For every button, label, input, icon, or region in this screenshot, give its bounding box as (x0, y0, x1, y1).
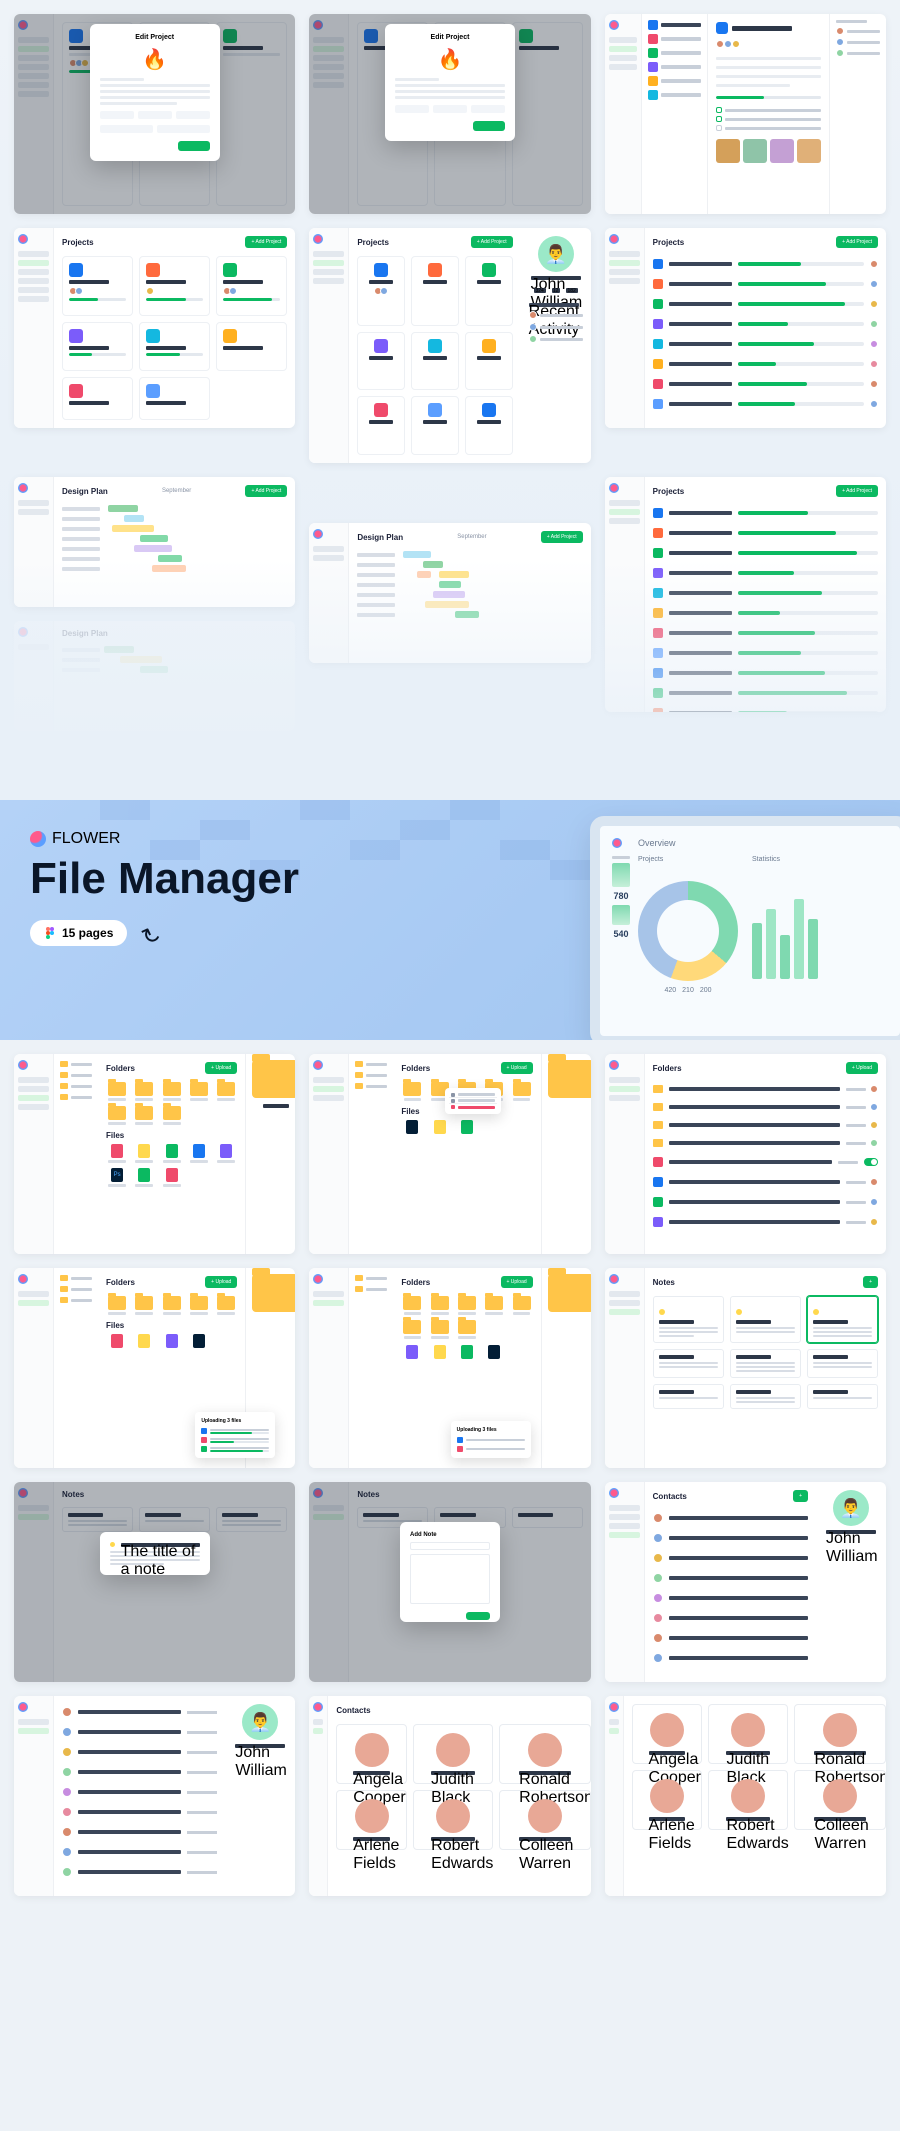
save-button[interactable] (178, 141, 210, 151)
screenshot-files-list[interactable]: Folders+ Upload (605, 1054, 886, 1254)
upload-progress-modal: Uploading 3 files (451, 1421, 531, 1458)
fire-icon: 🔥 (100, 47, 210, 72)
screenshot-gantt-2[interactable]: Design PlanSeptember+ Add Project (309, 523, 590, 663)
stat-value: 324 (534, 288, 546, 293)
screenshot-projects-grid-3col[interactable]: Projects + Add Project (14, 228, 295, 428)
save-button[interactable] (473, 121, 505, 131)
page-title: Design Plan (62, 487, 108, 496)
screenshot-folders-1[interactable]: Folders+ Upload Files Ps (14, 1054, 295, 1254)
tablet-preview: 780 540 Overview Projects 420 210 200 (590, 816, 900, 1040)
page-title: Design Plan (357, 533, 403, 542)
screenshot-add-note[interactable]: Notes Add Note (309, 1482, 590, 1682)
file-manager-banner: FLOWER File Manager 15 pages ↶ 780 540 O… (0, 800, 900, 1040)
screenshot-gantt-1-fade: Design Plan (14, 621, 295, 731)
page-title: Projects (62, 238, 94, 247)
screenshot-edit-project-1[interactable]: Edit Project 🔥 (14, 14, 295, 214)
avatar: 👨‍💼 (538, 236, 574, 272)
screenshot-projects-list-2[interactable]: Projects+ Add Project (605, 477, 886, 712)
screenshot-folders-upload-2[interactable]: Folders+ Upload Uploading 3 files (309, 1268, 590, 1468)
page-title: Projects (653, 238, 685, 247)
recent-activity-label: Recent Activity (529, 303, 579, 307)
folder-preview-icon (252, 1060, 295, 1098)
screenshot-folders-dropdown[interactable]: Folders+ Upload Files (309, 1054, 590, 1254)
file-manager-showcase-section: Folders+ Upload Files Ps (0, 1040, 900, 2090)
add-note-modal: Add Note (400, 1522, 500, 1622)
brand-name: FLOWER (52, 830, 120, 848)
note-title: The title of a note (121, 1543, 200, 1547)
donut-chart (638, 881, 738, 981)
figma-icon (44, 927, 56, 939)
toggle[interactable] (864, 1158, 878, 1166)
add-project-button[interactable]: + Add Project (836, 236, 878, 248)
add-note-button[interactable]: + (863, 1276, 878, 1288)
screenshot-contacts-grid-2[interactable]: Angela Cooper Judith Black Ronald Robert… (605, 1696, 886, 1896)
flower-logo-icon (30, 831, 46, 847)
fire-icon: 🔥 (395, 47, 505, 72)
screenshot-gantt-1[interactable]: Design PlanSeptember+ Add Project (14, 477, 295, 607)
edit-project-modal: Edit Project 🔥 (90, 24, 220, 161)
save-button[interactable] (466, 1612, 490, 1620)
add-project-button[interactable]: + Add Project (245, 485, 287, 497)
pill-label: 15 pages (62, 926, 113, 940)
screenshot-edit-project-2[interactable]: Edit Project 🔥 (309, 14, 590, 214)
screenshot-contacts-list-2[interactable]: 👨‍💼John William (14, 1696, 295, 1896)
bar-chart (752, 889, 818, 979)
screenshot-projects-with-profile[interactable]: Projects + Add Project 👨‍💼 John William 3… (309, 228, 590, 463)
modal-title: Edit Project (395, 34, 505, 41)
upload-progress-modal: Uploading 3 files (195, 1412, 275, 1458)
add-project-button[interactable]: + Add Project (471, 236, 513, 248)
projects-showcase-section: Edit Project 🔥 Edit Project 🔥 (0, 0, 900, 800)
screenshot-notes-preview[interactable]: Notes The title of a note (14, 1482, 295, 1682)
page-title: Projects (357, 238, 389, 247)
screenshot-contacts-list[interactable]: Contacts+ 👨‍💼 John William (605, 1482, 886, 1682)
profile-sidebar: 👨‍💼 John William (816, 1482, 886, 1682)
screenshot-folders-upload[interactable]: Folders+ Upload Files Uploading 3 files (14, 1268, 295, 1468)
body-input[interactable] (410, 1554, 490, 1604)
note-preview-modal: The title of a note (100, 1532, 210, 1575)
add-contact-button[interactable]: + (793, 1490, 808, 1502)
modal-title: Edit Project (100, 34, 210, 41)
upload-button[interactable]: + Upload (205, 1062, 237, 1074)
add-project-button[interactable]: + Add Project (245, 236, 287, 248)
screenshot-projects-list[interactable]: Projects + Add Project (605, 228, 886, 428)
profile-sidebar: 👨‍💼 John William 324 12 182 Recent Activ… (521, 228, 591, 463)
title-input[interactable] (410, 1542, 490, 1550)
edit-project-modal: Edit Project 🔥 (385, 24, 515, 141)
pages-pill: 15 pages (30, 920, 127, 946)
modal-title: Add Note (410, 1532, 490, 1538)
screenshot-contacts-grid-1[interactable]: Contacts+ Angela Cooper Judith Black Ron… (309, 1696, 590, 1896)
screenshot-notes[interactable]: Notes+ (605, 1268, 886, 1468)
arrow-icon: ↶ (137, 916, 166, 950)
stat-value: 182 (566, 288, 578, 293)
stat-value: 12 (552, 288, 560, 293)
user-name: John William (531, 276, 581, 280)
context-menu[interactable] (445, 1088, 501, 1114)
screenshot-project-detail[interactable] (605, 14, 886, 214)
avatar: 👨‍💼 (833, 1490, 869, 1526)
